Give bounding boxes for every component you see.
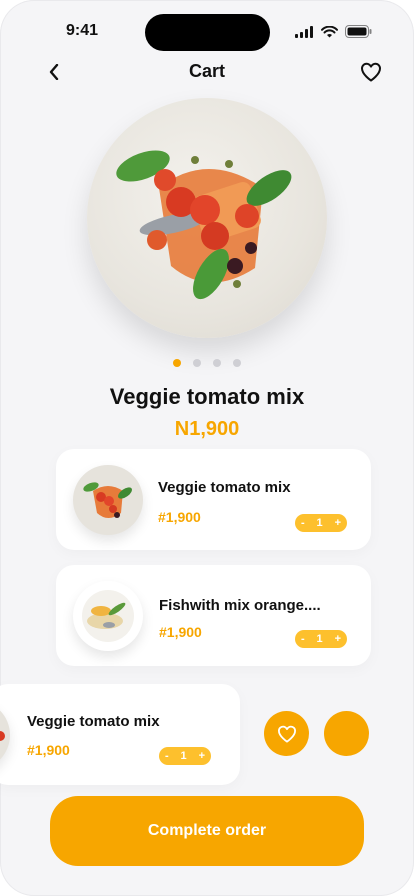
quantity-value: 1 [180, 750, 187, 762]
carousel-dot-active[interactable] [173, 359, 181, 367]
status-time: 9:41 [66, 22, 99, 39]
food-thumbnail [82, 590, 134, 642]
quantity-stepper: - 1 + [295, 514, 347, 532]
food-thumbnail [83, 482, 132, 518]
carousel-dot[interactable] [233, 359, 241, 367]
signal-icon [295, 25, 313, 38]
delete-item-button[interactable] [324, 711, 369, 756]
quantity-stepper: - 1 + [159, 747, 211, 765]
wifi-icon [321, 25, 338, 37]
product-image [87, 98, 327, 338]
carousel-dot[interactable] [213, 359, 221, 367]
cart-item-image [0, 700, 10, 770]
cart-item-image [73, 581, 143, 651]
heart-icon [277, 725, 296, 743]
heart-outline-icon [361, 62, 381, 82]
add-to-favorites-button[interactable] [264, 711, 309, 756]
increase-button[interactable]: + [335, 517, 341, 529]
decrease-button[interactable]: - [165, 750, 169, 762]
cart-item[interactable]: Fishwith mix orange.... #1,900 - 1 + [56, 565, 371, 666]
dynamic-island [145, 14, 270, 51]
increase-button[interactable]: + [199, 750, 205, 762]
quantity-stepper: - 1 + [295, 630, 347, 648]
cart-item-price: #1,900 [27, 742, 70, 758]
quantity-value: 1 [316, 633, 323, 645]
cart-item-price: #1,900 [158, 509, 201, 525]
cart-item-swiped[interactable]: Veggie tomato mix #1,900 - 1 + [0, 684, 240, 785]
cart-item-name: Fishwith mix orange.... [159, 597, 321, 614]
battery-icon [345, 25, 372, 38]
food-thumbnail [0, 731, 5, 741]
status-icons [295, 25, 372, 38]
phone-screen: 9:41 Cart Veggie tomato mix N1,900 Veggi… [0, 0, 414, 896]
carousel-indicator [0, 359, 414, 367]
decrease-button[interactable]: - [301, 633, 305, 645]
cart-item[interactable]: Veggie tomato mix #1,900 - 1 + [56, 449, 371, 550]
cart-item-image [73, 465, 143, 535]
page-title: Cart [188, 61, 225, 81]
quantity-value: 1 [316, 517, 323, 529]
favorite-button[interactable] [359, 60, 383, 84]
product-price: N1,900 [174, 418, 240, 440]
carousel-dot[interactable] [193, 359, 201, 367]
cart-item-name: Veggie tomato mix [27, 713, 160, 730]
increase-button[interactable]: + [335, 633, 341, 645]
product-name: Veggie tomato mix [109, 384, 305, 409]
cart-item-name: Veggie tomato mix [158, 479, 291, 496]
decrease-button[interactable]: - [301, 517, 305, 529]
complete-order-button[interactable]: Complete order [50, 796, 364, 866]
food-illustration [116, 150, 292, 300]
cart-item-price: #1,900 [159, 624, 202, 640]
